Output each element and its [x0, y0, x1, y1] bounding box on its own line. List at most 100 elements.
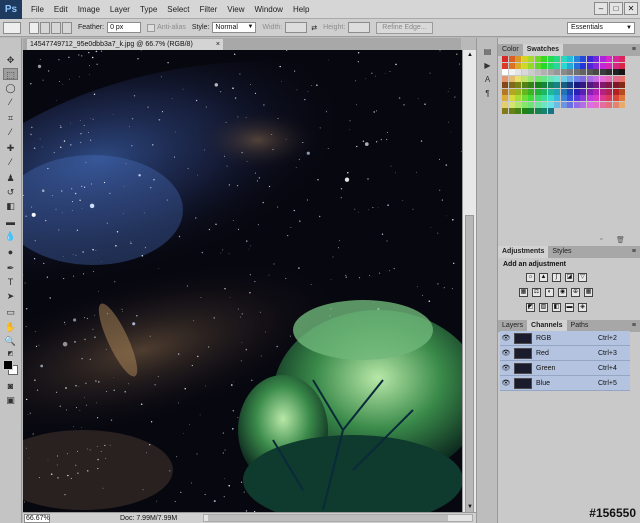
swatch[interactable]: [606, 95, 612, 101]
channel-mixer-icon[interactable]: ⊕: [571, 288, 580, 297]
swatch[interactable]: [606, 56, 612, 62]
swatch[interactable]: [573, 62, 580, 69]
swatch[interactable]: [606, 101, 612, 108]
photo-filter-icon[interactable]: ◉: [558, 288, 567, 297]
swatch[interactable]: [521, 82, 528, 88]
swatch[interactable]: [619, 101, 625, 108]
swatch[interactable]: [619, 75, 625, 82]
posterize-icon[interactable]: ▧: [539, 303, 548, 312]
scroll-down-icon[interactable]: ▼: [464, 502, 476, 512]
swatch[interactable]: [521, 75, 528, 82]
swatch[interactable]: [541, 88, 547, 95]
stamp-icon[interactable]: ♟: [3, 172, 18, 184]
color-lookup-icon[interactable]: ▦: [584, 288, 593, 297]
swatch[interactable]: [541, 56, 547, 62]
quick-mask-icon[interactable]: ◙: [3, 380, 18, 392]
swatch[interactable]: [599, 62, 606, 69]
swatch[interactable]: [528, 56, 534, 62]
swatch[interactable]: [541, 75, 547, 82]
default-colors-icon[interactable]: ◩: [3, 348, 18, 360]
document-info[interactable]: Doc: 7.99M/7.99M: [120, 515, 177, 522]
eyedropper-icon[interactable]: ⁄: [3, 126, 18, 138]
swatch[interactable]: [612, 101, 619, 108]
swatch[interactable]: [534, 82, 541, 88]
swatch[interactable]: [606, 69, 612, 75]
crop-icon[interactable]: ⌗: [3, 112, 18, 124]
scroll-up-icon[interactable]: ▲: [464, 50, 476, 60]
width-input[interactable]: [285, 22, 308, 33]
swatch[interactable]: [599, 69, 606, 75]
menu-edit[interactable]: Edit: [49, 5, 73, 14]
color-balance-icon[interactable]: ⚖: [532, 288, 541, 297]
menu-view[interactable]: View: [222, 5, 249, 14]
type-icon[interactable]: T: [3, 276, 18, 288]
screen-mode-icon[interactable]: ▣: [3, 394, 18, 406]
swatch[interactable]: [554, 88, 560, 95]
actions-icon[interactable]: ▶: [481, 60, 494, 71]
swatch[interactable]: [567, 101, 573, 108]
swatch[interactable]: [606, 88, 612, 95]
swap-icon[interactable]: ⇄: [311, 24, 317, 32]
quick-select-icon[interactable]: ⁄: [3, 96, 18, 108]
swatch[interactable]: [547, 82, 554, 88]
swatch[interactable]: [528, 108, 534, 114]
zoom-field[interactable]: 66.67%: [24, 513, 50, 523]
swatch[interactable]: [560, 56, 567, 62]
close-button[interactable]: ✕: [624, 2, 638, 15]
swatch[interactable]: [593, 101, 599, 108]
levels-icon[interactable]: ▲: [539, 273, 548, 282]
swatch[interactable]: [567, 62, 573, 69]
zoom-icon[interactable]: 🔍: [3, 335, 18, 347]
curves-icon[interactable]: ∫: [552, 273, 561, 282]
swatch[interactable]: [586, 75, 593, 82]
menu-type[interactable]: Type: [135, 5, 162, 14]
swatch[interactable]: [502, 69, 508, 75]
swatch[interactable]: [580, 56, 586, 62]
swatch[interactable]: [567, 95, 573, 101]
swatch[interactable]: [554, 82, 560, 88]
swatch[interactable]: [541, 69, 547, 75]
swatch[interactable]: [573, 88, 580, 95]
swatch[interactable]: [593, 56, 599, 62]
tab-swatches[interactable]: Swatches: [522, 44, 564, 56]
swatch[interactable]: [560, 75, 567, 82]
swatch[interactable]: [554, 108, 560, 114]
swatch[interactable]: [567, 88, 573, 95]
swatch[interactable]: [599, 82, 606, 88]
eye-icon[interactable]: 👁: [500, 349, 512, 357]
swatch[interactable]: [541, 101, 547, 108]
swatch[interactable]: [619, 95, 625, 101]
swatch[interactable]: [515, 69, 521, 75]
history-brush-icon[interactable]: ↺: [3, 186, 18, 198]
menu-help[interactable]: Help: [288, 5, 314, 14]
tool-preset-picker[interactable]: [3, 21, 21, 34]
swatch[interactable]: [508, 56, 515, 62]
swatch[interactable]: [593, 62, 599, 69]
swatch[interactable]: [599, 101, 606, 108]
swatch[interactable]: [586, 95, 593, 101]
swatch[interactable]: [547, 75, 554, 82]
refine-edge-button[interactable]: Refine Edge...: [376, 21, 433, 34]
swatch[interactable]: [547, 101, 554, 108]
swatch[interactable]: [554, 56, 560, 62]
swatch[interactable]: [580, 95, 586, 101]
swatch[interactable]: [593, 88, 599, 95]
delete-swatch-icon[interactable]: 🗑: [616, 236, 625, 244]
swatch[interactable]: [580, 62, 586, 69]
swatch[interactable]: [593, 82, 599, 88]
swatch[interactable]: [612, 88, 619, 95]
panel-menu-icon[interactable]: ≡: [632, 320, 636, 332]
swatch[interactable]: [580, 69, 586, 75]
swatch[interactable]: [573, 95, 580, 101]
subtract-selection-icon[interactable]: [51, 21, 61, 34]
threshold-icon[interactable]: ◧: [552, 303, 561, 312]
new-swatch-icon[interactable]: ▫: [600, 236, 602, 243]
swatch[interactable]: [612, 75, 619, 82]
black-white-icon[interactable]: ◐: [545, 288, 554, 297]
swatch[interactable]: [534, 88, 541, 95]
swatch[interactable]: [573, 56, 580, 62]
swatch[interactable]: [593, 95, 599, 101]
swatch[interactable]: [560, 62, 567, 69]
menu-image[interactable]: Image: [73, 5, 105, 14]
swatch[interactable]: [521, 69, 528, 75]
